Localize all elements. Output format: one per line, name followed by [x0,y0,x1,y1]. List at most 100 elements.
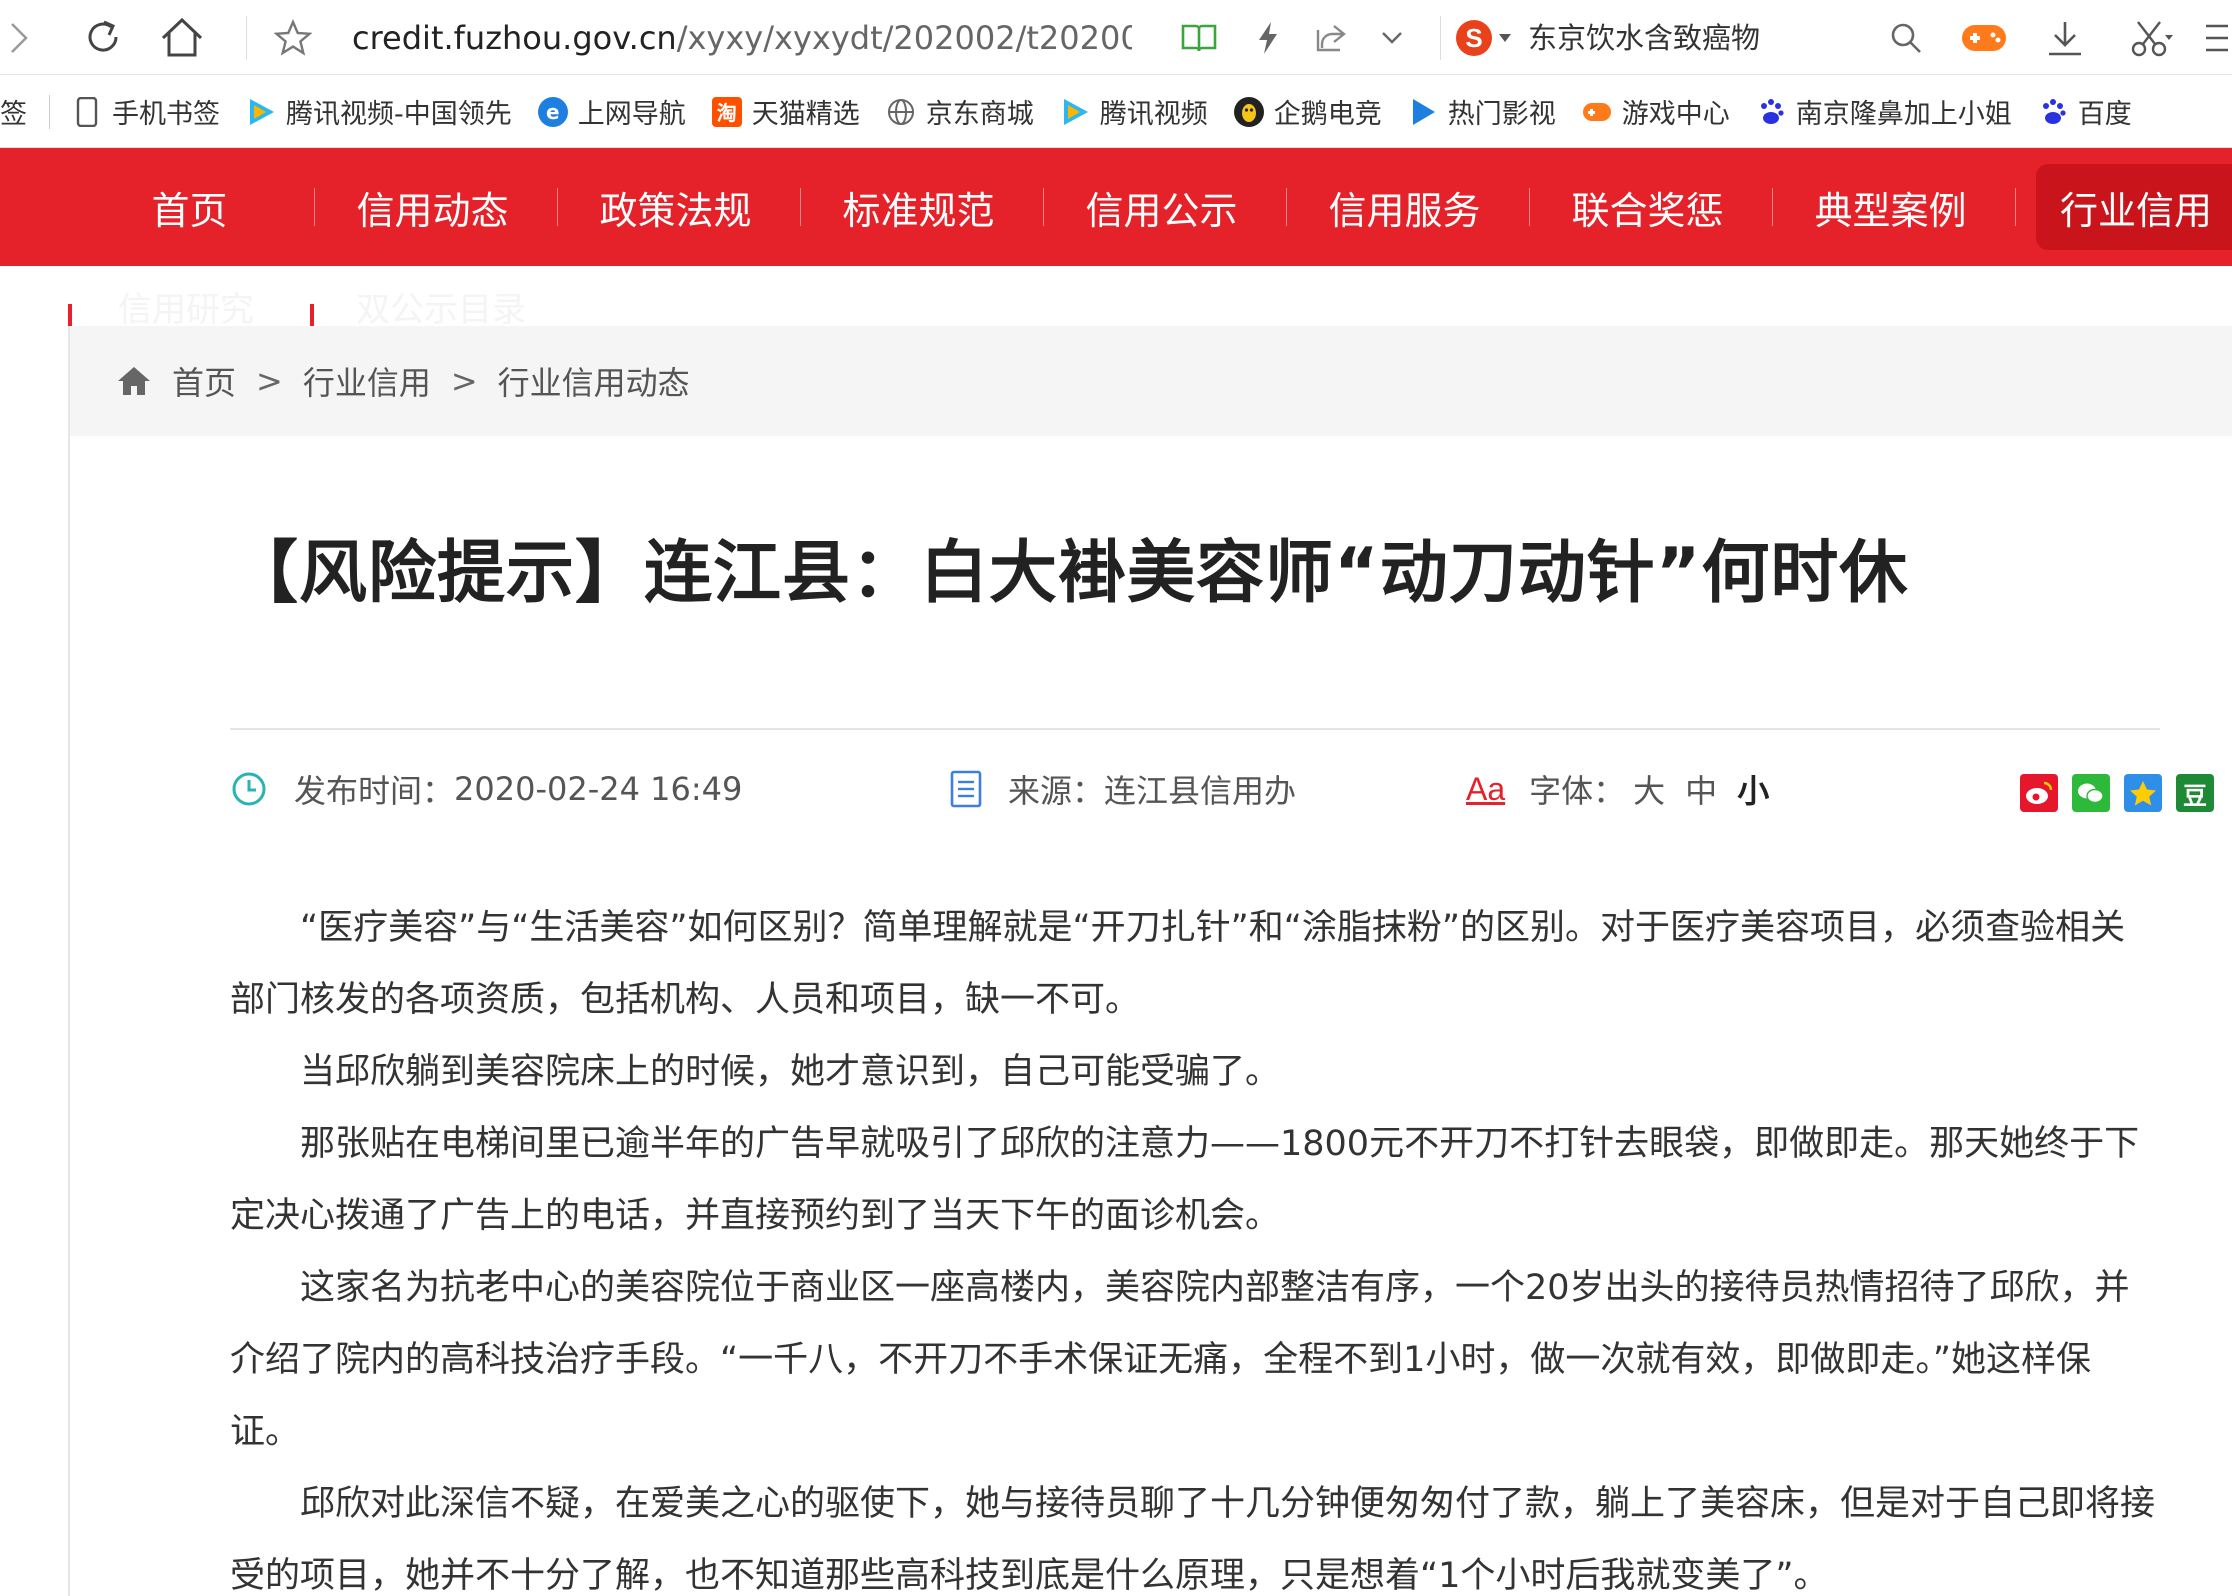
ie-icon: e [537,96,568,127]
search-input[interactable]: 东京饮水含致癌物 [1528,14,1878,62]
share-wechat-button[interactable] [2072,774,2110,812]
tencent-video-icon [246,97,276,127]
bookmark-baidu[interactable]: 百度 [2038,76,2132,147]
url-host: credit.fuzhou.gov.cn [352,19,677,57]
bookmarks-bar: 签 手机书签 腾讯视频-中国领先 e 上网导航 淘 天猫精选 京东商城 腾讯视频… [0,76,2232,148]
address-bar[interactable]: credit.fuzhou.gov.cn/xyxy/xyxydt/202002/… [352,14,1132,62]
article-paragraph: “医疗美容”与“生活美容”如何区别？简单理解就是“开刀扎针”和“涂脂抹粉”的区别… [230,908,2126,1020]
nav-item-credit-news[interactable]: 信用动态 [311,148,554,266]
bookmark-tencent-video-2[interactable]: 腾讯视频 [1060,76,1208,147]
globe-icon [886,97,916,127]
sub-nav-research[interactable]: 信用研究 [118,290,254,330]
screenshot-scissors-icon[interactable] [2116,14,2186,62]
bookmark-label: 上网导航 [577,99,686,130]
font-size-large-button[interactable]: 大 [1633,766,1665,812]
clock-icon [232,772,266,806]
forward-icon[interactable] [4,16,34,60]
share-qzone-button[interactable] [2124,774,2162,812]
article-meta: 发布时间： 2020-02-24 16:49 来源： 连江县信用办 Aa 字体：… [230,728,2214,868]
bookmark-divider [49,94,50,129]
nav-item-label: 标准规范 [842,188,995,233]
nav-item-industry[interactable]: 行业信用 [2036,148,2232,266]
article-source: 来源： 连江县信用办 [950,766,1296,812]
share-weibo-button[interactable] [2020,774,2058,812]
breadcrumb-separator: > [450,362,478,400]
article-paragraph: 当邱欣躺到美容院床上的时候，她才意识到，自己可能受骗了。 [300,1052,1281,1092]
bookmark-movies[interactable]: 热门影视 [1408,76,1556,147]
url-path: /xyxy/xyxydt/202002/t20200224 [676,19,1132,57]
nav-item-services[interactable]: 信用服务 [1283,148,1526,266]
home-icon[interactable] [116,365,152,397]
page-title: 【风险提示】连江县：白大褂美容师“动刀动针”何时休 [230,534,1909,613]
nav-item-label: 信用公示 [1085,188,1238,233]
breadcrumb-home[interactable]: 首页 [172,358,236,404]
font-size-control: Aa 字体： 大 中 小 [1466,766,1769,812]
bookmark-label: 京东商城 [925,99,1034,130]
wechat-icon [2078,783,2104,804]
bookmark-label: 百度 [2077,99,2132,130]
bookmark-tmall[interactable]: 淘 天猫精选 [711,76,860,147]
bookmark-label: 签 [0,99,27,130]
bookmark-label: 游戏中心 [1621,99,1730,130]
nav-item-public[interactable]: 信用公示 [1040,148,1283,266]
article-paragraph: 这家名为抗老中心的美容院位于商业区一座高楼内，美容院内部整洁有序，一个20岁出头… [230,1268,2130,1452]
bookmark-esports[interactable]: 企鹅电竞 [1233,76,1382,147]
reader-mode-icon[interactable] [1176,14,1222,62]
nav-item-cases[interactable]: 典型案例 [1769,148,2012,266]
bookmark-tencent-video[interactable]: 腾讯视频-中国领先 [246,76,512,147]
share-icon[interactable] [1308,14,1354,62]
nav-divider [2015,188,2016,226]
breadcrumb: 首页 > 行业信用 > 行业信用动态 [70,326,2232,436]
bookmark-baidu-search[interactable]: 南京隆鼻加上小姐 [1756,76,2012,147]
download-icon[interactable] [2040,14,2090,62]
publish-label: 发布时间： [294,772,455,810]
gamepad-icon[interactable] [1958,14,2010,62]
bookmark-games[interactable]: 游戏中心 [1582,76,1730,147]
font-size-medium-button[interactable]: 中 [1685,766,1717,812]
nav-item-label: 信用服务 [1328,188,1481,233]
nav-item-label: 典型案例 [1814,188,1967,233]
qzone-star-icon [2130,781,2156,806]
article-body: “医疗美容”与“生活美容”如何区别？简单理解就是“开刀扎针”和“涂脂抹粉”的区别… [230,892,2160,1596]
bookmark-item[interactable]: 签 [0,76,27,147]
nav-item-home[interactable]: 首页 [68,148,311,266]
breadcrumb-industry-credit[interactable]: 行业信用 [303,358,431,404]
toolbar-divider [246,16,247,60]
publish-value: 2020-02-24 16:49 [454,770,743,808]
font-label: 字体： [1529,772,1626,810]
breadcrumb-industry-news[interactable]: 行业信用动态 [498,358,690,404]
nav-item-label: 行业信用 [2060,188,2213,233]
chevron-down-icon[interactable] [1374,14,1410,62]
bookmark-jd[interactable]: 京东商城 [886,76,1034,147]
douban-icon: 豆 [2183,781,2207,810]
nav-item-label: 信用动态 [356,188,509,233]
source-value: 连江县信用办 [1104,772,1297,810]
reload-icon[interactable] [78,12,128,62]
bookmark-label: 南京隆鼻加上小姐 [1795,99,2012,130]
breadcrumb-separator: > [256,362,283,400]
nav-item-rewards[interactable]: 联合奖惩 [1526,148,1769,266]
baidu-icon [2038,97,2068,127]
toolbar-divider [1440,16,1441,60]
menu-icon[interactable] [2198,14,2232,62]
sub-nav: 信用研究 双公示目录 [0,266,2232,344]
play-icon [1408,97,1438,127]
home-icon[interactable] [156,12,208,62]
search-icon[interactable] [1882,14,1930,62]
sub-nav-catalog[interactable]: 双公示目录 [356,290,526,330]
bookmark-mobile[interactable]: 手机书签 [72,76,220,147]
nav-item-label: 政策法规 [599,188,752,233]
nav-item-standards[interactable]: 标准规范 [797,148,1040,266]
caret-down-icon [1499,34,1511,42]
article-paragraph: 邱欣对此深信不疑，在爱美之心的驱使下，她与接待员聊了十几分钟便匆匆付了款，躺上了… [230,1484,2156,1596]
share-douban-button[interactable]: 豆 [2176,774,2214,812]
bookmark-nav[interactable]: e 上网导航 [537,76,686,147]
penguin-icon [1233,96,1264,127]
lightning-icon[interactable] [1248,14,1288,62]
favorite-star-icon[interactable] [270,14,316,62]
nav-item-policy[interactable]: 政策法规 [554,148,797,266]
search-engine-selector[interactable]: S [1456,14,1512,62]
font-size-small-button[interactable]: 小 [1737,766,1769,812]
site-nav: 首页 信用动态 政策法规 标准规范 信用公示 信用服务 联合奖惩 典型案例 行业… [0,148,2232,266]
tmall-icon: 淘 [711,96,742,127]
